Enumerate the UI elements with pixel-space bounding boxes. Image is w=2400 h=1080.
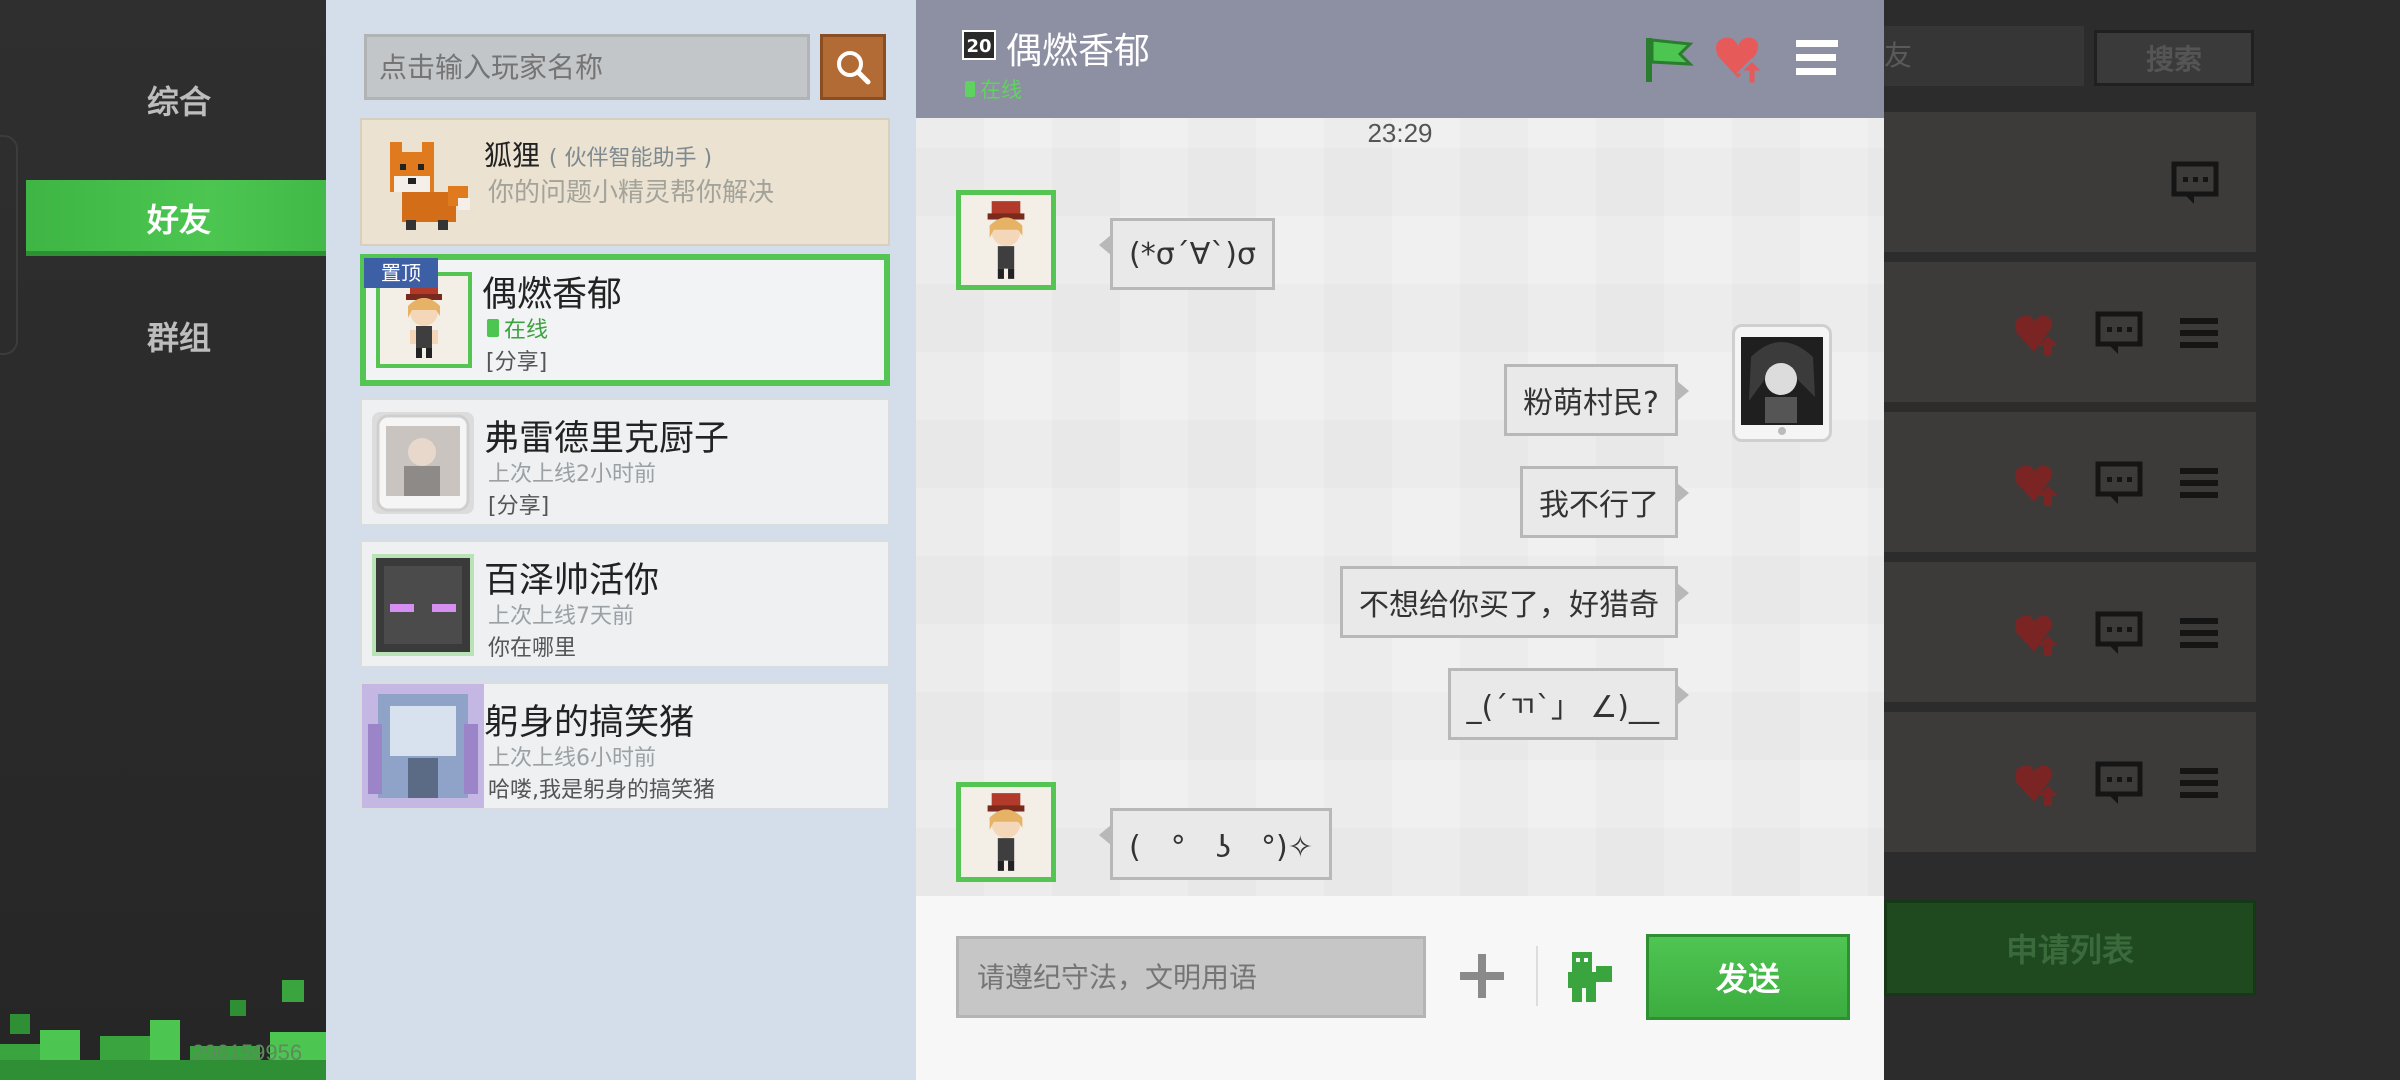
chibi-avatar-icon xyxy=(406,282,442,358)
friend-name: 弗雷德里克厨子 xyxy=(484,419,730,459)
friend-name: 偶燃香郁 xyxy=(482,275,623,315)
heart-upload-icon[interactable] xyxy=(2012,308,2062,358)
friend-list-panel: 狐狸 ( 伙伴智能助手 ) 你的问题小精灵帮你解决 置顶 偶燃香郁 在线 xyxy=(326,0,916,1080)
friend-avatar[interactable] xyxy=(956,190,1056,290)
apply-list-button[interactable]: 申请列表 xyxy=(1884,900,2256,996)
chat-panel: 20 偶燃香郁 在线 23:29 (*σ´∀`)σ 粉萌村民? 我不行了 不想给… xyxy=(916,0,1884,1080)
friend-subtitle: 你的问题小精灵帮你解决 xyxy=(488,178,775,208)
send-button[interactable]: 发送 xyxy=(1646,934,1850,1020)
nav-item-groups[interactable]: 群组 xyxy=(26,298,332,374)
background-friend-row[interactable] xyxy=(1884,712,2256,852)
menu-icon[interactable] xyxy=(2174,608,2224,658)
message-bubble: 粉萌村民? xyxy=(1504,364,1689,436)
chat-status-text: 在线 xyxy=(980,78,1022,102)
chibi-avatar-icon xyxy=(987,201,1025,279)
friend-avatar[interactable] xyxy=(956,782,1056,882)
fox-icon xyxy=(390,142,470,230)
background-search-input[interactable]: 友 xyxy=(1884,26,2084,86)
my-avatar[interactable] xyxy=(1732,324,1832,442)
message-bubble: 不想给你买了，好猎奇 xyxy=(1340,566,1689,638)
chat-header: 20 偶燃香郁 在线 xyxy=(916,0,1884,118)
enderman-avatar-icon xyxy=(376,558,470,652)
last-message: 你在哪里 xyxy=(488,636,577,661)
avatar xyxy=(362,684,484,808)
last-message: 哈喽,我是躬身的搞笑猪 xyxy=(488,778,715,803)
input-divider xyxy=(1536,946,1538,1006)
chat-messages: 23:29 (*σ´∀`)σ 粉萌村民? 我不行了 不想给你买了，好猎奇 _(´… xyxy=(916,118,1884,896)
plus-icon[interactable] xyxy=(1452,946,1512,1006)
menu-icon[interactable] xyxy=(2174,308,2224,358)
nav-item-label: 好友 xyxy=(146,201,211,239)
menu-icon[interactable] xyxy=(1790,30,1846,86)
heart-upload-icon[interactable] xyxy=(2012,608,2062,658)
background-friend-row[interactable] xyxy=(1884,112,2256,252)
friend-name: 躬身的搞笑猪 xyxy=(484,703,695,743)
heart-upload-icon[interactable] xyxy=(1712,30,1768,86)
menu-icon[interactable] xyxy=(2174,758,2224,808)
last-online: 上次上线7天前 xyxy=(488,604,634,629)
avatar xyxy=(372,412,474,514)
friend-name: 百泽帅活你 xyxy=(484,561,660,601)
menu-icon[interactable] xyxy=(2174,458,2224,508)
background-friend-row[interactable] xyxy=(1884,412,2256,552)
message-bubble: 我不行了 xyxy=(1520,466,1689,538)
chat-title: 偶燃香郁 xyxy=(1006,31,1151,72)
online-status-text: 在线 xyxy=(504,318,549,343)
chat-icon[interactable] xyxy=(2094,458,2144,508)
nav-item-label: 综合 xyxy=(146,83,211,121)
nav-item-friends[interactable]: 好友 xyxy=(26,180,352,256)
message-bubble: (*σ´∀`)σ xyxy=(1099,218,1275,290)
friend-card[interactable]: 百泽帅活你 上次上线7天前 你在哪里 xyxy=(360,540,890,668)
chat-icon[interactable] xyxy=(2170,158,2220,208)
chat-icon[interactable] xyxy=(2094,308,2144,358)
heart-upload-icon[interactable] xyxy=(2012,758,2062,808)
last-online: 上次上线2小时前 xyxy=(488,462,656,487)
message-timestamp: 23:29 xyxy=(1367,118,1433,148)
nav-edge-decoration xyxy=(0,135,18,355)
last-online: 上次上线6小时前 xyxy=(488,746,656,771)
nav-item-label: 群组 xyxy=(146,319,211,357)
friend-card[interactable]: 弗雷德里克厨子 上次上线2小时前 [分享] xyxy=(360,398,890,526)
last-message: [分享] xyxy=(488,494,550,519)
emoji-icon[interactable] xyxy=(1558,946,1618,1006)
background-friend-panel: 友 搜索 申请列表 xyxy=(1884,0,2400,1080)
assistant-tag: ( 伙伴智能助手 ) xyxy=(548,146,713,171)
friend-card[interactable]: 躬身的搞笑猪 上次上线6小时前 哈喽,我是躬身的搞笑猪 xyxy=(360,682,890,810)
player-search-input[interactable] xyxy=(364,34,810,100)
pinned-badge: 置顶 xyxy=(364,258,438,288)
chat-input-bar: 发送 xyxy=(916,896,1884,1080)
avatar xyxy=(372,554,474,656)
search-icon xyxy=(837,51,871,85)
phone-avatar-icon xyxy=(376,414,470,512)
friend-card-selected[interactable]: 置顶 偶燃香郁 在线 [分享] xyxy=(360,254,890,386)
chat-status: 在线 xyxy=(964,74,1022,104)
phone-icon xyxy=(487,319,499,337)
phone-icon xyxy=(965,81,975,97)
flag-icon[interactable] xyxy=(1640,30,1696,86)
user-id: 296159956 xyxy=(192,1040,303,1065)
chibi-avatar-icon xyxy=(987,793,1025,871)
phone-avatar-icon xyxy=(1741,337,1823,435)
search-button[interactable] xyxy=(820,34,886,100)
chat-icon[interactable] xyxy=(2094,758,2144,808)
message-bubble: ( ° ʖ °)✧ xyxy=(1099,808,1332,880)
friend-name: 狐狸 ( 伙伴智能助手 ) xyxy=(484,134,712,174)
online-status: 在线 xyxy=(486,312,548,344)
friend-card-assistant[interactable]: 狐狸 ( 伙伴智能助手 ) 你的问题小精灵帮你解决 xyxy=(360,118,890,246)
background-search-button[interactable]: 搜索 xyxy=(2094,30,2254,86)
nav-item-general[interactable]: 综合 xyxy=(26,62,332,138)
friend-name-text: 狐狸 xyxy=(484,139,541,172)
background-friend-row[interactable] xyxy=(1884,262,2256,402)
heart-upload-icon[interactable] xyxy=(2012,458,2062,508)
last-message: [分享] xyxy=(486,350,548,375)
left-nav: 综合 好友 群组 296159956 xyxy=(0,0,352,1080)
message-input[interactable] xyxy=(956,936,1426,1018)
chat-icon[interactable] xyxy=(2094,608,2144,658)
fox-avatar xyxy=(372,132,474,234)
background-friend-row[interactable] xyxy=(1884,562,2256,702)
message-bubble: _(´ㄲ`」 ∠)__ xyxy=(1447,668,1690,740)
building-avatar-icon xyxy=(362,684,484,808)
level-badge: 20 xyxy=(962,30,996,60)
